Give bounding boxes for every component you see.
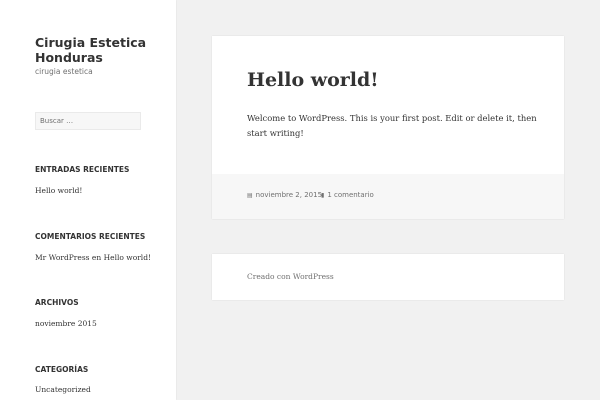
sidebar: Cirugia Estetica Honduras cirugia esteti… (0, 0, 176, 400)
post-body: Welcome to WordPress. This is your first… (247, 113, 537, 138)
comment-author-link[interactable]: Mr WordPress (35, 253, 90, 262)
categories-title: CATEGORÍAS (35, 365, 89, 374)
site-title-link[interactable]: Cirugia Estetica Honduras (35, 35, 155, 65)
recent-comment-item: Mr WordPress en Hello world! (35, 253, 151, 262)
post-comments: 1 comentario (327, 191, 374, 199)
recent-comments-title: COMENTARIOS RECIENTES (35, 232, 146, 241)
comment-connector: en (91, 253, 102, 262)
comment-post-link[interactable]: Hello world! (104, 253, 151, 262)
post-comments-link[interactable]: ▮ 1 comentario (321, 191, 374, 199)
post-meta-bar: ▤ noviembre 2, 2015 ▮ 1 comentario (212, 174, 564, 219)
search-input[interactable] (35, 112, 141, 130)
recent-post-link[interactable]: Hello world! (35, 186, 82, 195)
comment-icon: ▮ (321, 191, 325, 199)
post-date-link[interactable]: ▤ noviembre 2, 2015 (247, 191, 322, 199)
site-footer: Creado con WordPress (212, 254, 564, 300)
post-title[interactable]: Hello world! (247, 69, 379, 91)
site-description: cirugia estetica (35, 67, 93, 76)
post-date: noviembre 2, 2015 (255, 191, 323, 199)
post-card: Hello world! Welcome to WordPress. This … (212, 36, 564, 219)
footer-credit-link[interactable]: Creado con WordPress (247, 272, 334, 281)
recent-posts-title: ENTRADAS RECIENTES (35, 165, 130, 174)
calendar-icon: ▤ (247, 191, 253, 199)
archives-title: ARCHIVOS (35, 298, 79, 307)
category-link[interactable]: Uncategorized (35, 385, 91, 394)
archive-link[interactable]: noviembre 2015 (35, 319, 97, 328)
